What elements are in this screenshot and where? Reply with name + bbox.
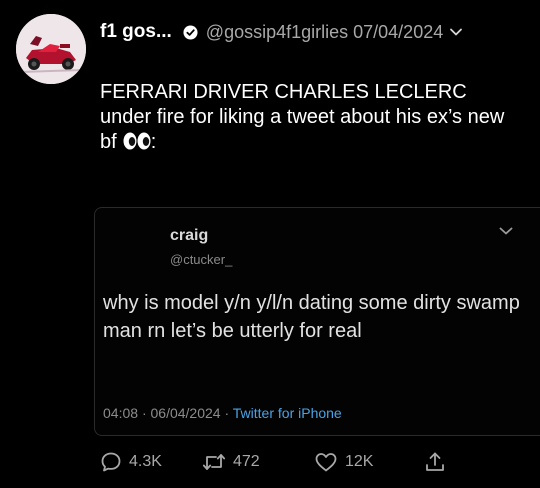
quote-time: 04:08	[103, 405, 139, 421]
like-count: 12K	[345, 453, 374, 470]
verified-check-icon	[183, 24, 198, 40]
quote-text: why is model y/n y/l/n dating some dirty…	[103, 292, 520, 342]
reply-count: 4.3K	[129, 453, 162, 470]
share-icon	[424, 451, 446, 473]
display-name[interactable]: f1 gos...	[100, 21, 172, 43]
action-bar: 4.3K 472 12K	[100, 450, 540, 474]
quote-date: 06/04/2024	[150, 405, 221, 421]
chevron-down-icon[interactable]	[449, 25, 463, 39]
user-handle[interactable]: @gossip4f1girlies	[206, 22, 348, 43]
quoted-tweet[interactable]: craig @ctucker_ why is model y/n y/l/n d…	[94, 207, 540, 436]
avatar[interactable]	[16, 14, 86, 84]
speech-bubble-icon	[100, 451, 122, 473]
post-text: FERRARI DRIVER CHARLES LECLERC under fir…	[100, 80, 520, 155]
repost-button[interactable]: 472	[202, 450, 260, 474]
quote-meta: 04:08 · 06/04/2024 · Twitter for iPhone	[103, 405, 342, 421]
like-button[interactable]: 12K	[314, 450, 373, 474]
post-text-suffix: :	[150, 131, 157, 153]
quote-author-name[interactable]: craig	[170, 227, 208, 245]
repost-count: 472	[233, 453, 260, 470]
quote-source-link[interactable]: Twitter for iPhone	[233, 405, 342, 421]
repost-arrows-icon	[202, 451, 226, 473]
meta-separator: ·	[224, 405, 230, 421]
heart-icon	[314, 451, 338, 473]
post-date: 07/04/2024	[353, 21, 444, 42]
reply-button[interactable]: 4.3K	[100, 450, 162, 474]
post-text-body: FERRARI DRIVER CHARLES LECLERC under fir…	[100, 81, 505, 153]
post-header: f1 gos... @gossip4f1girlies 07/04/2024	[100, 18, 530, 46]
quote-author-handle[interactable]: @ctucker_	[170, 252, 232, 267]
meta-separator: ·	[141, 405, 147, 421]
chevron-down-icon[interactable]	[499, 224, 513, 238]
share-button[interactable]	[424, 450, 446, 474]
eyes-emoji-icon	[123, 132, 151, 150]
race-car-image	[16, 14, 86, 84]
